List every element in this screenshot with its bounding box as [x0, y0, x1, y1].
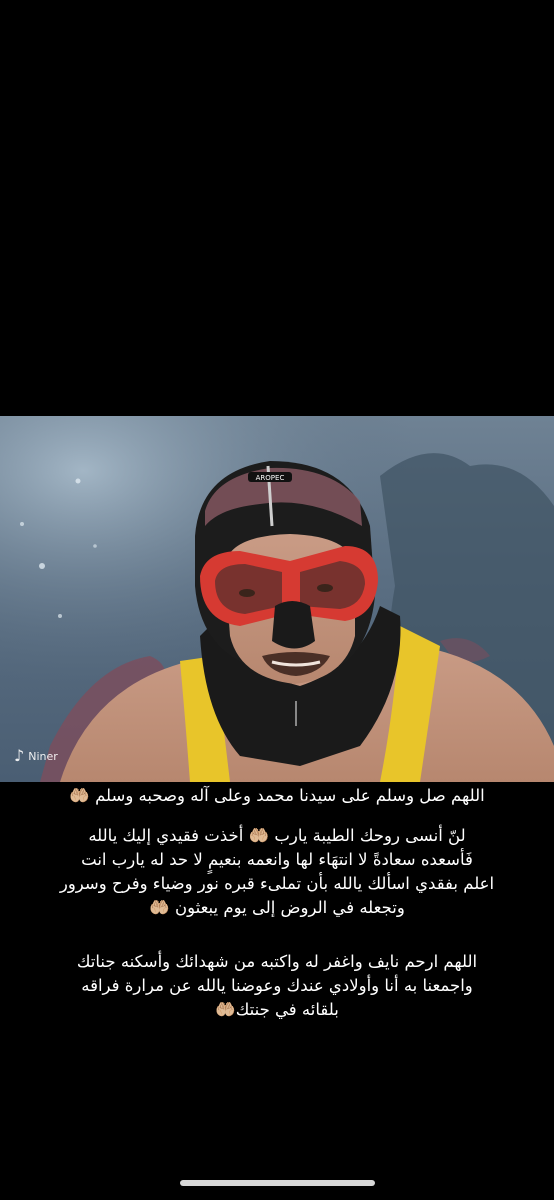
caption-p1-line-4: وتجعله في الروض إلى يوم يبعثون 🤲🏼: [149, 898, 405, 917]
caption-p1-line-1: لنّ أنسى روحك الطيبة يارب 🤲🏼 أخذت فقيدي …: [88, 826, 466, 845]
caption-p2-line-3: بلقائه في جنتك🤲🏼: [215, 1000, 339, 1019]
caption-p2-line-2: واجمعنا به أنا وأولادي عندك وعوضنا يالله…: [81, 976, 473, 995]
diver-photo: AROPEC: [0, 416, 554, 782]
caption-p2-line-1: اللهم ارحم نايف واغفر له واكتبه من شهدائ…: [76, 952, 478, 971]
caption-p1-line-2: فَأسعده سعادةً لا انتهَاء لها وانعمه بنع…: [81, 850, 473, 869]
photo-illustration: AROPEC: [0, 416, 554, 782]
home-indicator[interactable]: [180, 1180, 375, 1186]
caption-paragraph-2: اللهم ارحم نايف واغفر له واكتبه من شهدائ…: [12, 950, 542, 1022]
caption-line-1: اللهم صل وسلم على سيدنا محمد وعلى آله وص…: [69, 786, 485, 805]
caption-paragraph-1: لنّ أنسى روحك الطيبة يارب 🤲🏼 أخذت فقيدي …: [12, 824, 542, 920]
niner-label: Niner: [28, 749, 58, 763]
hood-brand-text: AROPEC: [256, 474, 285, 482]
caption-salawat-line: اللهم صل وسلم على سيدنا محمد وعلى آله وص…: [0, 784, 554, 810]
niner-logo-icon: ♪: [14, 746, 25, 765]
niner-watermark: ♪ Niner: [14, 748, 58, 764]
caption-p1-line-3: اعلم بفقدي اسألك يالله بأن تملىء قبره نو…: [59, 874, 495, 893]
